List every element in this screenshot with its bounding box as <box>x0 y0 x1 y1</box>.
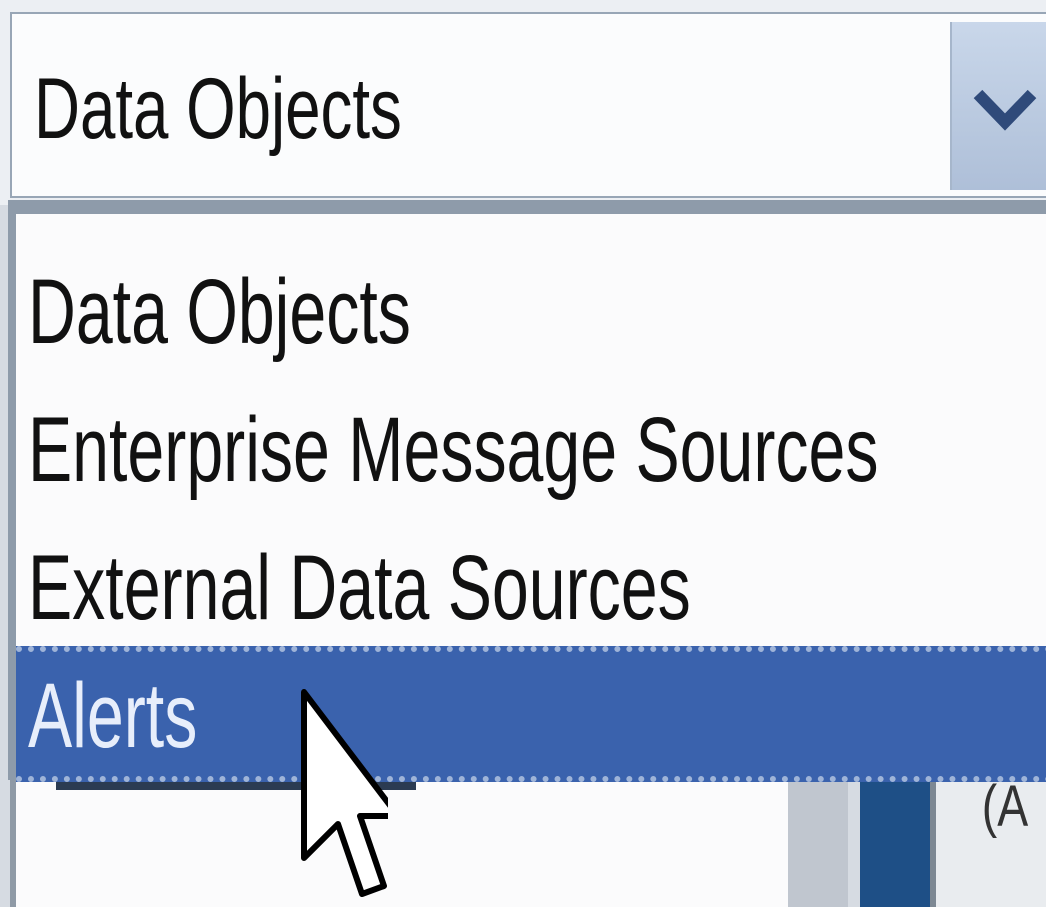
background-dark-strip <box>860 770 930 907</box>
dropdown-option-label: External Data Sources <box>28 537 691 639</box>
screenshot-stage: (A Data Objects Data Objects Enterprise … <box>0 0 1046 907</box>
combobox-field[interactable]: Data Objects <box>10 12 1046 198</box>
arrow-pointer-icon <box>301 689 388 897</box>
background-divider <box>788 760 848 907</box>
chevron-down-icon <box>973 89 1037 131</box>
combobox-dropdown-button[interactable] <box>950 22 1046 190</box>
combobox-selected-value: Data Objects <box>34 61 402 157</box>
dropdown-option-alerts[interactable]: Alerts <box>16 646 1046 782</box>
background-side-panel: (A <box>930 760 1046 907</box>
dropdown-option-enterprise-message-sources[interactable]: Enterprise Message Sources <box>16 382 1046 520</box>
dropdown-option-data-objects[interactable]: Data Objects <box>16 244 1046 382</box>
combobox-dropdown-list: Data Objects Enterprise Message Sources … <box>8 200 1046 782</box>
dropdown-option-label: Data Objects <box>28 261 411 363</box>
dropdown-option-external-data-sources[interactable]: External Data Sources <box>16 520 1046 658</box>
dropdown-option-label: Alerts <box>28 665 198 767</box>
background-partial-text: (A <box>981 774 1029 839</box>
background-panel <box>10 760 794 907</box>
dropdown-option-label: Enterprise Message Sources <box>28 399 879 501</box>
object-type-combobox[interactable]: Data Objects <box>0 0 1046 205</box>
